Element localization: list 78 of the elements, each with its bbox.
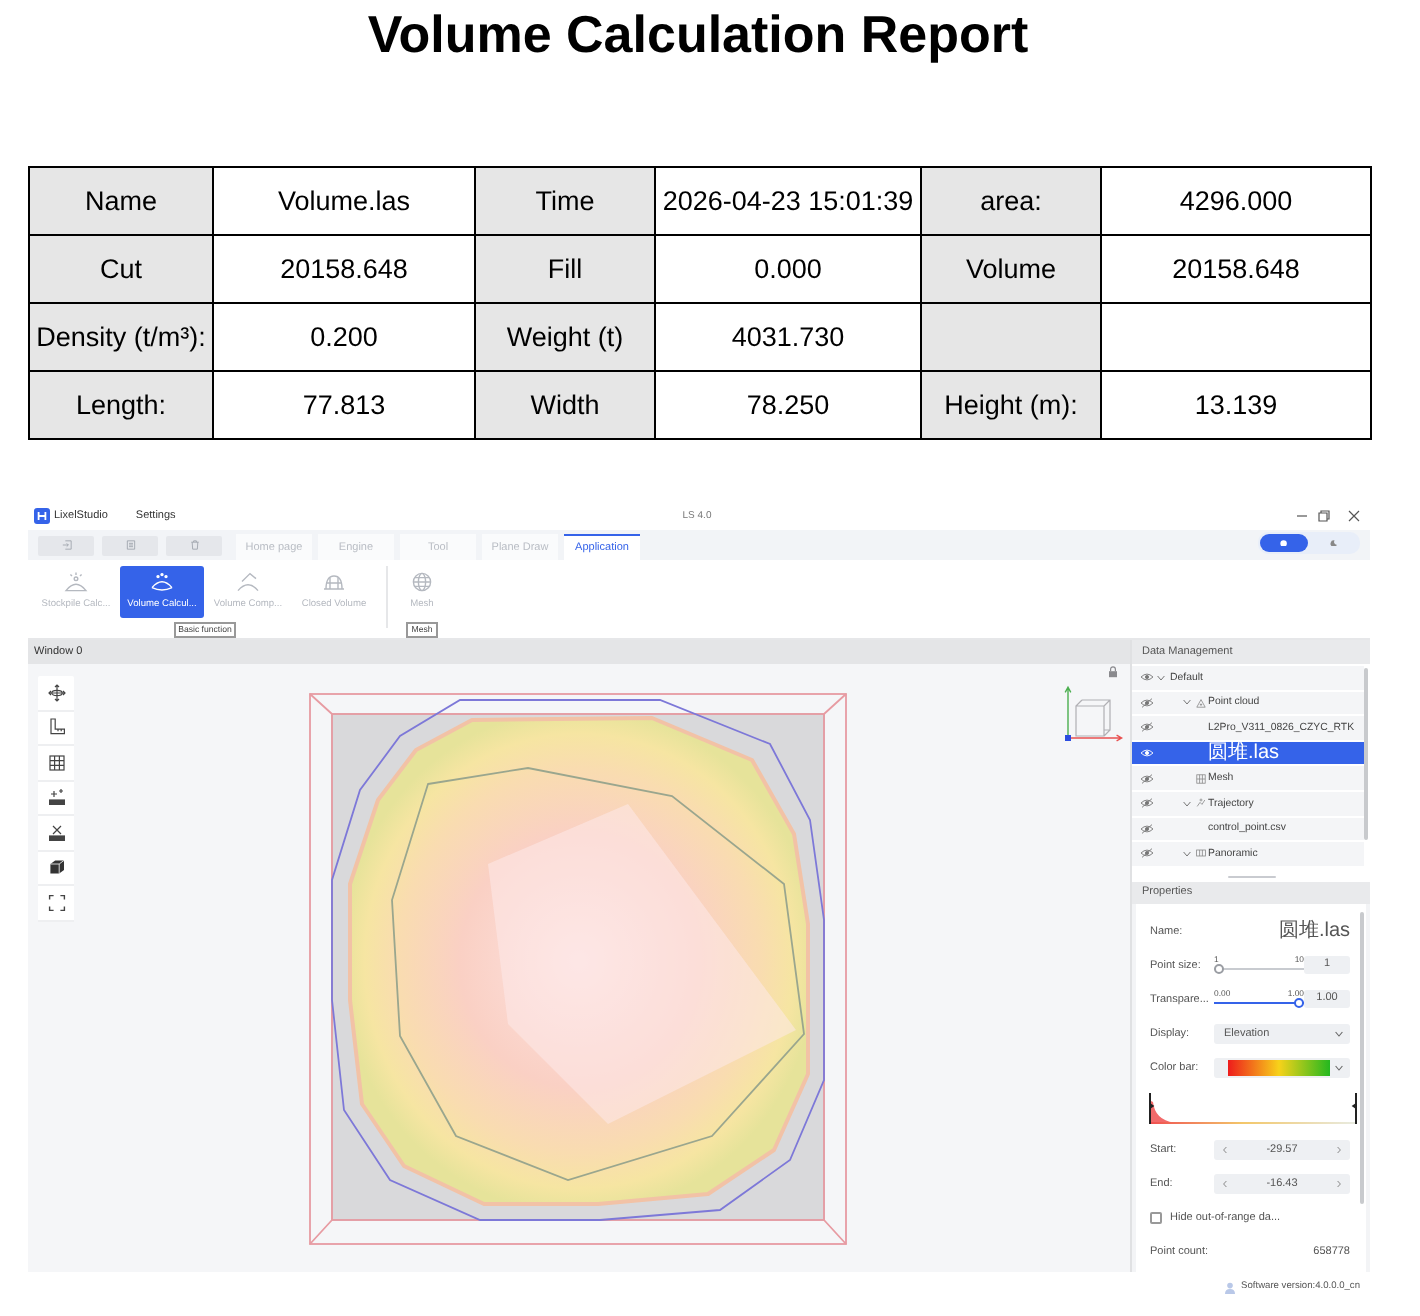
fullscreen-icon[interactable] — [47, 893, 65, 912]
checkbox[interactable] — [1150, 1211, 1162, 1223]
eye-slash-icon[interactable] — [1140, 722, 1154, 733]
dome-icon — [322, 572, 346, 592]
range-handle[interactable] — [1351, 1092, 1357, 1125]
caret-icon[interactable] — [1182, 849, 1192, 858]
field-label-cell: Density (t/m³): — [29, 303, 213, 371]
eye-slash-icon[interactable] — [1140, 697, 1154, 708]
path-icon — [1196, 798, 1206, 809]
caret-down-icon — [1334, 1029, 1344, 1037]
grid-icon[interactable] — [47, 753, 65, 772]
field-value-cell: 13.139 — [1101, 371, 1371, 439]
slider-track[interactable] — [1214, 997, 1305, 1007]
slider-thumb[interactable] — [1214, 963, 1224, 973]
scrollbar-thumb[interactable] — [1360, 912, 1364, 1204]
range-handle[interactable] — [1149, 1092, 1155, 1125]
restore-icon[interactable] — [1318, 510, 1330, 522]
splitter-handle[interactable] — [1227, 875, 1275, 879]
field-label-cell: Height (m): — [921, 371, 1101, 439]
slider-track[interactable] — [1214, 963, 1305, 973]
field-label-cell: Time — [475, 167, 655, 235]
field-label-cell: Volume — [921, 235, 1101, 303]
cube-icon[interactable] — [47, 858, 65, 877]
pile-dots-icon — [150, 572, 174, 592]
field-label-cell: Fill — [475, 235, 655, 303]
axis-gizmo[interactable] — [1060, 682, 1124, 746]
scrollbar-thumb[interactable] — [1364, 668, 1368, 840]
field-value-cell: 4031.730 — [655, 303, 921, 371]
field-value-cell: 77.813 — [213, 371, 475, 439]
box-arrow-icon — [61, 540, 71, 550]
close-icon[interactable] — [1348, 510, 1360, 522]
field-label-cell: Cut — [29, 235, 213, 303]
panorama-icon — [1196, 848, 1206, 859]
document-icon — [125, 540, 135, 550]
caret-icon[interactable] — [1182, 698, 1192, 707]
field-value-cell: 2026-04-23 15:01:39 — [655, 167, 921, 235]
field-value-cell: 20158.648 — [1101, 235, 1371, 303]
theme-option-button[interactable] — [1260, 534, 1308, 552]
field-label-cell: Length: — [29, 371, 213, 439]
pile-rays-icon — [64, 572, 88, 592]
tree-item[interactable]: 圆堆.las — [1132, 741, 1364, 767]
field-value-cell: 20158.648 — [213, 235, 475, 303]
color-bar-dropdown[interactable] — [1214, 1057, 1350, 1077]
eye-slash-icon[interactable] — [1140, 823, 1154, 834]
report-title: Volume Calculation Report — [365, 2, 1031, 64]
eye-slash-icon[interactable] — [1140, 798, 1154, 809]
eye-slash-icon[interactable] — [1140, 848, 1154, 859]
minimize-icon[interactable] — [1296, 510, 1308, 522]
logo-icon — [34, 508, 50, 524]
lock-icon[interactable] — [1108, 666, 1118, 678]
field-label-cell: area: — [921, 167, 1101, 235]
cross-ground-icon[interactable] — [47, 823, 65, 842]
field-value-cell: 0.000 — [655, 235, 921, 303]
field-value-cell: 4296.000 — [1101, 167, 1371, 235]
property-value: 圆堆.las — [1278, 920, 1350, 942]
field-value-cell: 0.200 — [213, 303, 475, 371]
sparkle-ground-icon[interactable] — [47, 788, 65, 807]
caret-icon[interactable] — [1156, 673, 1166, 682]
field-label-cell: Weight (t) — [475, 303, 655, 371]
dot-icon — [1280, 539, 1288, 547]
eye-icon[interactable] — [1140, 672, 1154, 683]
mesh-grid-icon — [1196, 773, 1206, 784]
points-icon — [1196, 697, 1206, 708]
field-value-cell: Volume.las — [213, 167, 475, 235]
trash-icon — [189, 540, 199, 550]
pile-angle-icon — [236, 572, 260, 592]
moon-icon — [1330, 539, 1338, 547]
wire-sphere-icon — [410, 572, 434, 592]
eye-slash-icon[interactable] — [1140, 773, 1154, 784]
field-value-cell: 78.250 — [655, 371, 921, 439]
person-icon — [1223, 1281, 1236, 1293]
caret-down-icon — [1334, 1063, 1344, 1071]
field-label-cell: Name — [29, 167, 213, 235]
caret-icon[interactable] — [1182, 799, 1192, 808]
gradient-swatch-icon — [1228, 1059, 1330, 1075]
l-ruler-icon[interactable] — [47, 718, 65, 737]
move-arrows-icon[interactable] — [47, 683, 65, 702]
field-label-cell: Width — [475, 371, 655, 439]
